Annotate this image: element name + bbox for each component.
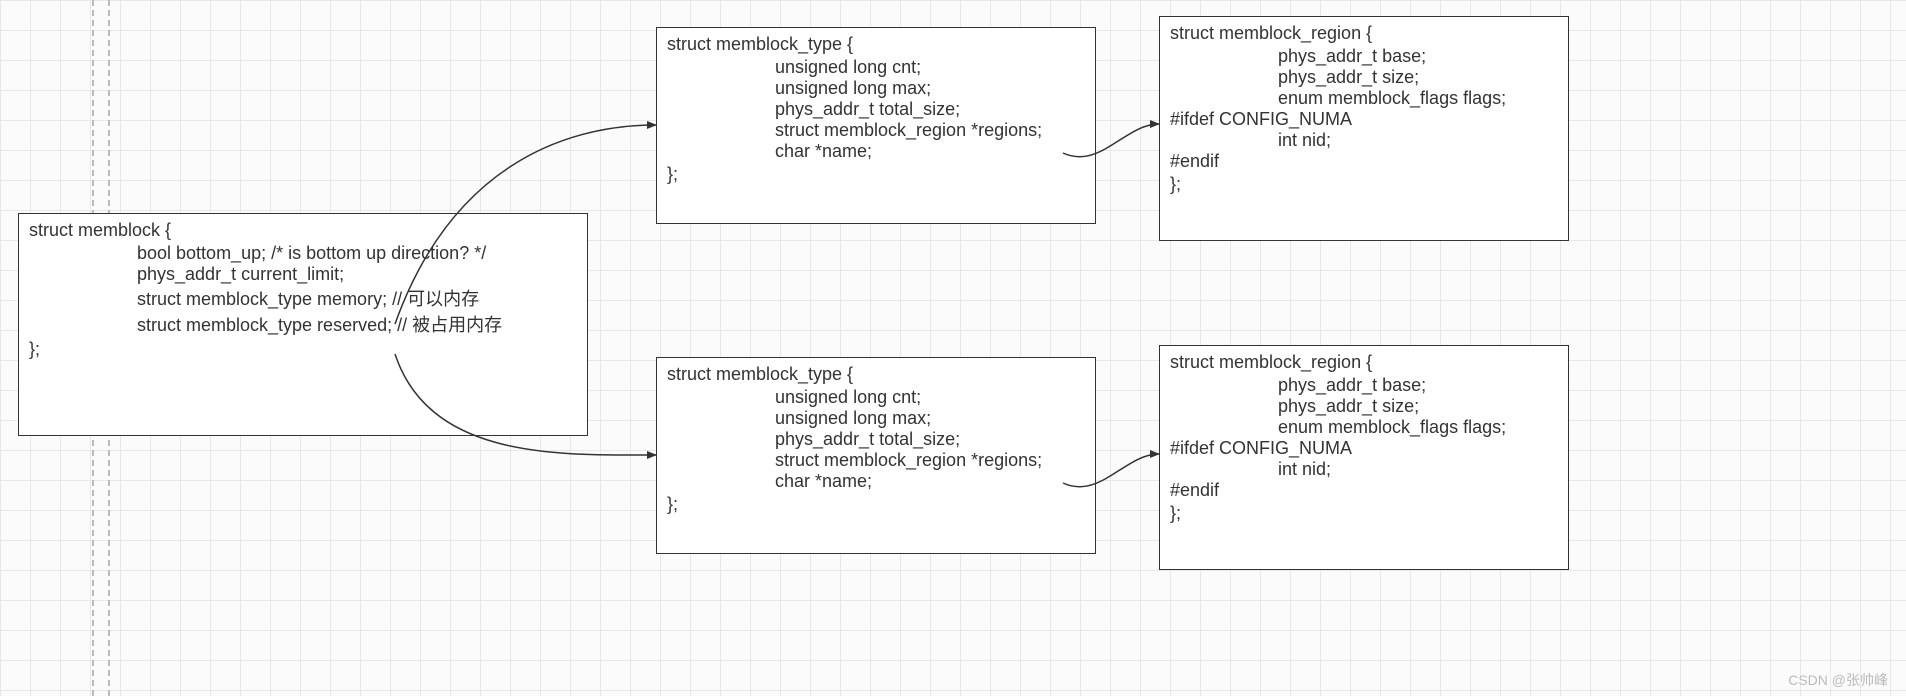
struct-memblock-type-field-cnt: unsigned long cnt;: [667, 57, 1085, 78]
struct-memblock-field-reserved: struct memblock_type reserved; // 被占用内存: [29, 311, 577, 337]
struct-memblock-region-field-base: phys_addr_t base;: [1170, 46, 1558, 67]
struct-memblock-region-close: };: [1170, 174, 1558, 195]
struct-memblock-type-field-cnt: unsigned long cnt;: [667, 387, 1085, 408]
struct-memblock-field-memory: struct memblock_type memory; // 可以内存: [29, 285, 577, 311]
struct-memblock-type-field-max: unsigned long max;: [667, 78, 1085, 99]
struct-memblock-close: };: [29, 339, 577, 360]
struct-memblock-region-endif: #endif: [1170, 151, 1558, 172]
struct-memblock-region-field-flags: enum memblock_flags flags;: [1170, 88, 1558, 109]
struct-memblock-type-field-name: char *name;: [667, 471, 1085, 492]
struct-memblock-type-box-bottom: struct memblock_type { unsigned long cnt…: [656, 357, 1096, 554]
struct-memblock-type-field-regions: struct memblock_region *regions;: [667, 120, 1085, 141]
struct-memblock-region-title: struct memblock_region {: [1170, 352, 1558, 373]
struct-memblock-region-box-bottom: struct memblock_region { phys_addr_t bas…: [1159, 345, 1569, 570]
struct-memblock-type-field-max: unsigned long max;: [667, 408, 1085, 429]
struct-memblock-type-title: struct memblock_type {: [667, 364, 1085, 385]
diagram-canvas: struct memblock { bool bottom_up; /* is …: [0, 0, 1906, 696]
struct-memblock-region-ifdef: #ifdef CONFIG_NUMA: [1170, 438, 1558, 459]
struct-memblock-region-close: };: [1170, 503, 1558, 524]
struct-memblock-field-current-limit: phys_addr_t current_limit;: [29, 264, 577, 285]
struct-memblock-region-field-base: phys_addr_t base;: [1170, 375, 1558, 396]
struct-memblock-region-field-size: phys_addr_t size;: [1170, 396, 1558, 417]
struct-memblock-field-bottom-up: bool bottom_up; /* is bottom up directio…: [29, 243, 577, 264]
struct-memblock-type-box-top: struct memblock_type { unsigned long cnt…: [656, 27, 1096, 224]
struct-memblock-type-field-name: char *name;: [667, 141, 1085, 162]
struct-memblock-region-title: struct memblock_region {: [1170, 23, 1558, 44]
struct-memblock-region-field-flags: enum memblock_flags flags;: [1170, 417, 1558, 438]
struct-memblock-region-box-top: struct memblock_region { phys_addr_t bas…: [1159, 16, 1569, 241]
struct-memblock-region-endif: #endif: [1170, 480, 1558, 501]
struct-memblock-type-title: struct memblock_type {: [667, 34, 1085, 55]
struct-memblock-title: struct memblock {: [29, 220, 577, 241]
struct-memblock-type-close: };: [667, 494, 1085, 515]
watermark-text: CSDN @张帅峰: [1788, 670, 1888, 690]
struct-memblock-type-field-regions: struct memblock_region *regions;: [667, 450, 1085, 471]
struct-memblock-box: struct memblock { bool bottom_up; /* is …: [18, 213, 588, 436]
struct-memblock-region-field-nid: int nid;: [1170, 459, 1558, 480]
struct-memblock-region-field-size: phys_addr_t size;: [1170, 67, 1558, 88]
struct-memblock-type-close: };: [667, 164, 1085, 185]
struct-memblock-region-field-nid: int nid;: [1170, 130, 1558, 151]
struct-memblock-region-ifdef: #ifdef CONFIG_NUMA: [1170, 109, 1558, 130]
struct-memblock-type-field-total-size: phys_addr_t total_size;: [667, 429, 1085, 450]
struct-memblock-type-field-total-size: phys_addr_t total_size;: [667, 99, 1085, 120]
